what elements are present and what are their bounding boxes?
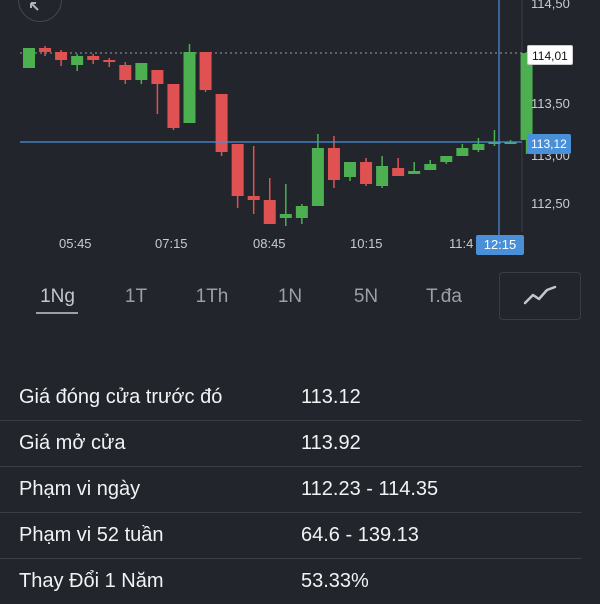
candle-body — [231, 144, 244, 196]
tab-1th[interactable]: 1Th — [186, 272, 238, 322]
candle-body — [183, 52, 196, 123]
candle-body — [327, 148, 340, 180]
tab-t-da[interactable]: T.đa — [414, 272, 474, 322]
last-price-tag: 114,01 — [527, 45, 573, 65]
stat-row: Phạm vi ngày 112.23 - 114.35 — [0, 466, 600, 512]
y-tick-label: 112,50 — [531, 196, 570, 211]
stat-row: Phạm vi 52 tuần 64.6 - 139.13 — [0, 512, 600, 558]
x-tick-label: 05:45 — [59, 236, 92, 251]
stat-value: 113.92 — [301, 432, 361, 454]
stat-value: 64.6 - 139.13 — [301, 524, 419, 546]
candle-body — [103, 60, 116, 62]
tab-1t[interactable]: 1T — [112, 272, 160, 322]
stat-label: Giá mở cửa — [19, 432, 126, 454]
chart-type-button[interactable] — [499, 272, 581, 320]
candle-body — [344, 162, 356, 177]
candle-body — [360, 162, 373, 184]
price-chart[interactable]: 114,50 113,50 113,00 112,50 05:45 07:15 … — [0, 0, 600, 262]
candle-body — [247, 196, 260, 200]
candle-body — [376, 166, 389, 186]
stat-label: Giá đóng cửa trước đó — [19, 386, 223, 408]
stat-value: 113.12 — [301, 386, 361, 408]
candle-body — [392, 168, 405, 176]
crosshair-price-tag: 113,12 — [527, 134, 571, 154]
stat-value: 112.23 - 114.35 — [301, 478, 439, 500]
stat-label: Phạm vi 52 tuần — [19, 524, 164, 546]
candle-body — [135, 63, 148, 80]
stat-label: Thay Đổi 1 Năm — [19, 570, 164, 592]
active-tab-indicator — [36, 312, 78, 314]
x-tick-label: 07:15 — [155, 236, 188, 251]
candle-body — [151, 70, 164, 84]
candle-body — [215, 94, 228, 152]
tab-1n[interactable]: 1N — [266, 272, 314, 322]
candle-body — [119, 65, 132, 80]
candle-body — [263, 200, 276, 224]
candlestick-chart[interactable] — [0, 0, 600, 262]
candle-body — [87, 56, 100, 60]
candle-body — [279, 214, 292, 218]
candle-body — [408, 171, 421, 174]
candle-body — [23, 48, 35, 68]
candle-body — [295, 206, 308, 218]
stat-value: 53.33% — [301, 570, 369, 592]
tab-5n[interactable]: 5N — [342, 272, 390, 322]
candle-body — [71, 56, 84, 65]
stat-label: Phạm vi ngày — [19, 478, 141, 500]
candle-body — [199, 52, 212, 90]
y-tick-label: 113,50 — [531, 96, 570, 111]
candle-body — [167, 84, 180, 128]
candle-body — [440, 156, 453, 162]
candle-body — [311, 148, 324, 206]
x-tick-label: 08:45 — [253, 236, 286, 251]
stat-row: Giá mở cửa 113.92 — [0, 420, 600, 466]
x-tick-label: 11:4 — [449, 236, 474, 251]
expand-icon — [30, 2, 39, 11]
y-tick-label: 114,50 — [531, 0, 570, 11]
candle-body — [55, 52, 68, 60]
candle-body — [424, 164, 437, 170]
candle-body — [39, 48, 52, 52]
tab-1ng[interactable]: 1Ng — [30, 272, 85, 322]
stat-row: Giá đóng cửa trước đó 113.12 — [0, 374, 600, 420]
line-chart-icon — [523, 285, 557, 305]
x-tick-label: 10:15 — [350, 236, 383, 251]
crosshair-time-tag: 12:15 — [476, 235, 524, 255]
candle-body — [472, 144, 485, 150]
stat-row: Thay Đổi 1 Năm 53.33% — [0, 558, 600, 604]
candle-body — [456, 148, 469, 156]
